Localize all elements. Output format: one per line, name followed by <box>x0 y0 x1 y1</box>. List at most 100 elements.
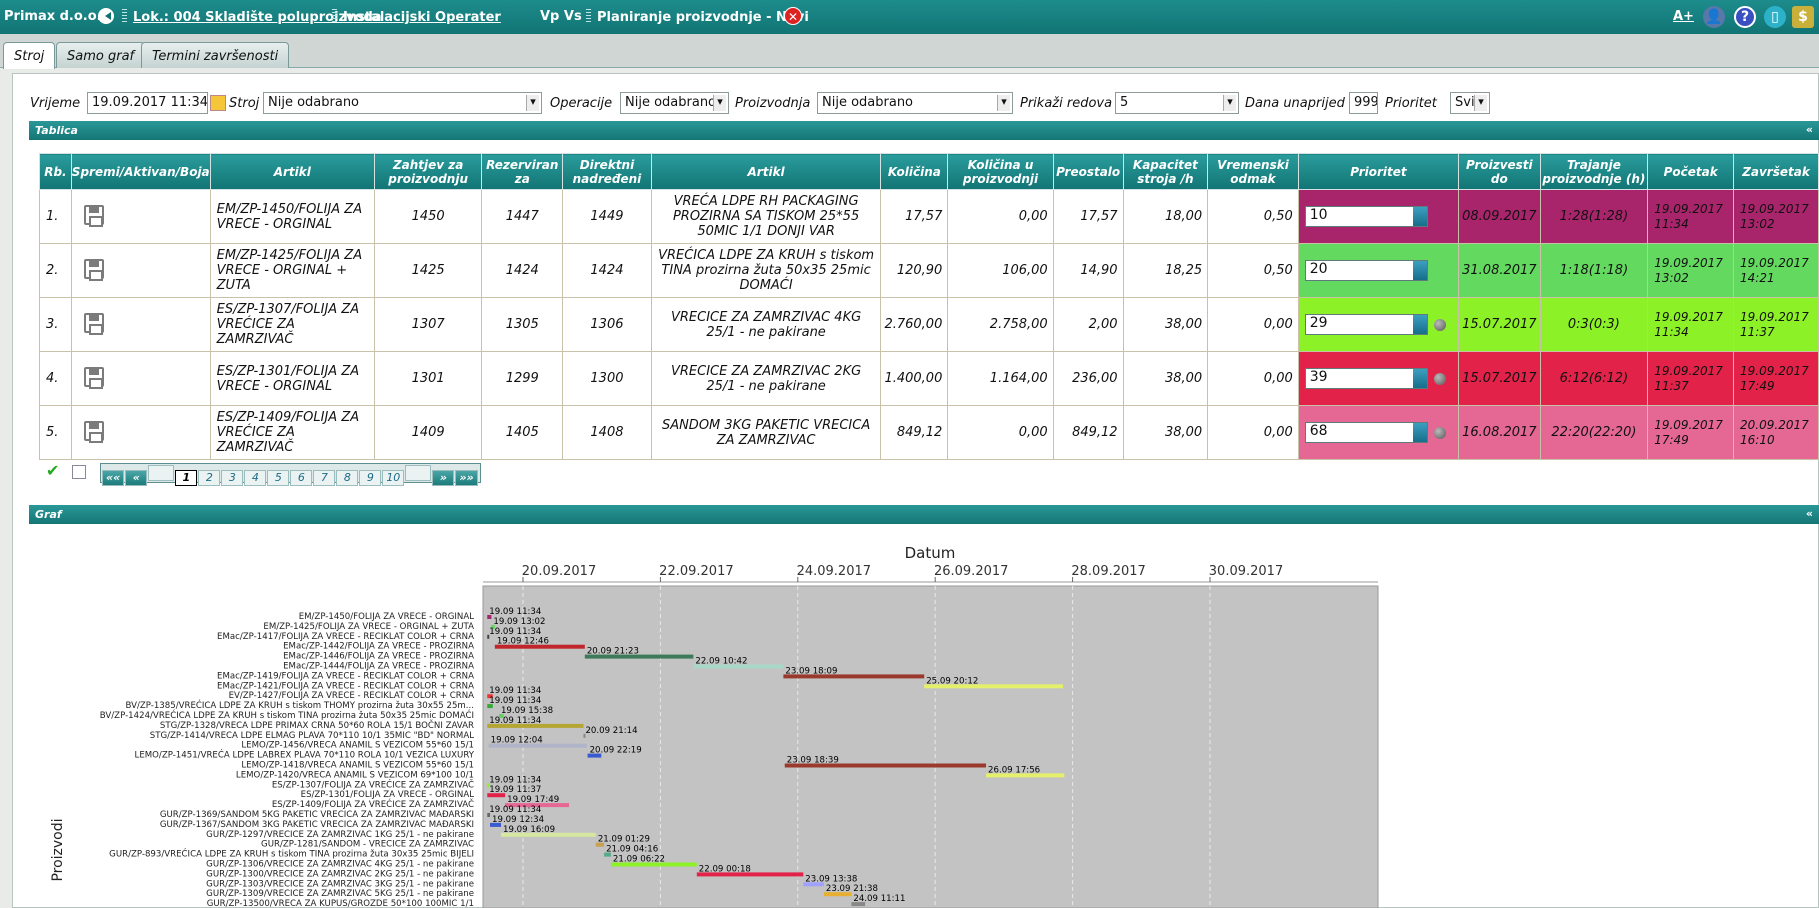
prioritet-label: Prioritet <box>1385 96 1437 111</box>
bar-label: 19.09 12:46 <box>497 637 549 647</box>
y-tick-label: STG/ZP-1414/VRECA LDPE ELMAG PLAVA 70*11… <box>150 731 474 741</box>
vrijeme-input[interactable]: 19.09.2017 11:34 <box>87 92 208 114</box>
operacije-select[interactable]: Nije odabrano <box>620 92 729 114</box>
last-page-button[interactable]: »» <box>455 470 478 486</box>
first-page-button[interactable]: «« <box>102 470 125 486</box>
bar-label: 22.09 00:18 <box>699 864 751 874</box>
page-spacer <box>148 465 175 481</box>
bar-label: 19.09 13:02 <box>493 617 545 627</box>
deselect-all-checkbox[interactable] <box>72 465 86 479</box>
kapacitet-cell: 38,00 <box>1122 351 1209 406</box>
bar-label: 23.09 21:38 <box>826 884 878 894</box>
y-tick-label: GUR/ZP-1367/SANDOM 3KG PAKETIC VRECICA Z… <box>160 820 474 830</box>
kolicina-cell: 120,90 <box>880 243 949 298</box>
page-button[interactable]: 6 <box>290 470 313 486</box>
status-ball-icon[interactable] <box>1433 372 1446 385</box>
mobile-icon[interactable]: ▯ <box>1764 6 1786 28</box>
zavrsetak-cell: 19.09.2017 14:21 <box>1733 243 1819 298</box>
save-disk-icon[interactable] <box>83 312 104 335</box>
prikazi-redova-input[interactable]: 5 <box>1115 92 1239 114</box>
page-button[interactable]: 2 <box>198 470 221 486</box>
status-ball-icon[interactable] <box>1433 318 1446 331</box>
page-button[interactable]: 5 <box>267 470 290 486</box>
pocetak-cell: 19.09.2017 11:37 <box>1647 351 1735 406</box>
company-name: Primax d.o.o. <box>4 9 102 24</box>
zavrsetak-cell: 19.09.2017 13:02 <box>1733 189 1819 244</box>
kapacitet-cell: 18,00 <box>1122 189 1209 244</box>
bar-label: 19.09 11:34 <box>489 696 541 706</box>
tab-stroj[interactable]: Stroj <box>3 42 56 69</box>
tab-termini-zavrsenosti[interactable]: Termini završenosti <box>141 42 290 68</box>
bar-label: 19.09 11:34 <box>489 607 541 617</box>
prioritet-cell: 68 <box>1297 405 1460 460</box>
y-tick-label: LEMO/ZP-1456/VRECA ANAMIL S VEZICOM 55*6… <box>241 741 474 751</box>
trajanje-cell: 6:12(6:12) <box>1539 351 1649 406</box>
prioritet-select[interactable]: Svi <box>1450 92 1490 114</box>
stroj-select[interactable]: Nije odabrano <box>263 92 542 114</box>
priority-input[interactable]: 10 <box>1304 206 1428 227</box>
close-page-icon[interactable]: ✕ <box>784 7 802 25</box>
user-profile-icon[interactable]: 👤 <box>1703 6 1725 28</box>
y-tick-label: EM/ZP-1425/FOLIJA ZA VRECE - ORGINAL + Z… <box>263 622 474 632</box>
trajanje-cell: 0:3(0:3) <box>1539 297 1649 352</box>
page-button[interactable]: 4 <box>244 470 267 486</box>
page-button[interactable]: 1 <box>175 470 198 486</box>
save-disk-icon[interactable] <box>83 258 104 281</box>
page-button[interactable]: 9 <box>359 470 382 486</box>
page-button[interactable]: 3 <box>221 470 244 486</box>
page-button[interactable]: 7 <box>313 470 336 486</box>
help-icon[interactable]: ? <box>1734 6 1756 28</box>
collapse-icon[interactable]: « <box>1806 507 1813 520</box>
priority-input[interactable]: 39 <box>1304 368 1428 389</box>
save-disk-icon[interactable] <box>83 366 104 389</box>
trajanje-cell: 1:18(1:18) <box>1539 243 1649 298</box>
calendar-icon[interactable] <box>210 95 226 111</box>
table-row: 1. EM/ZP-1450/FOLIJA ZA VRECE - ORGINAL 14… <box>39 189 1819 244</box>
save-disk-icon[interactable] <box>83 420 104 443</box>
proizvodnja-select[interactable]: Nije odabrano <box>817 92 1013 114</box>
next-page-button[interactable]: » <box>432 470 455 486</box>
back-arrow-icon[interactable] <box>98 8 114 24</box>
user-link[interactable]: Instalacijski Operater <box>332 9 501 25</box>
y-tick-label: GUR/ZP-893/VREĆICA LDPE ZA KRUH s tiskom… <box>109 848 474 860</box>
y-tick-label: GUR/ZP-1281/SANDOM - VRECICE ZA ZAMRZIVA… <box>261 840 474 850</box>
tab-samo-graf[interactable]: Samo graf <box>56 42 146 68</box>
preostalo-cell: 849,12 <box>1052 405 1124 460</box>
money-icon[interactable]: $ <box>1792 6 1814 28</box>
y-tick-label: LEMO/ZP-1420/VRECA ANAMIL S VEZICOM 69*1… <box>236 770 474 780</box>
y-tick-label: GUR/ZP-13500/VRECA ZA KUPUS/GROZDE 50*10… <box>207 899 474 908</box>
kapacitet-cell: 38,00 <box>1122 297 1209 352</box>
gantt-chart: Datum 20.09.2017 22.09.2017 24.09.2017 26.09… <box>50 544 1379 908</box>
priority-input[interactable]: 20 <box>1304 260 1428 281</box>
priority-input[interactable]: 68 <box>1304 422 1428 443</box>
tab-bar: Stroj Samo graf Termini završenosti <box>0 34 1819 69</box>
y-tick-label: EV/ZP-1427/FOLIJA ZA VRECE - RECIKLAT CO… <box>229 691 475 701</box>
row-number: 2. <box>39 243 72 298</box>
tablica-section-header[interactable]: Tablica « <box>29 121 1819 140</box>
priority-input[interactable]: 29 <box>1304 314 1428 335</box>
select-all-checkbox[interactable]: ✔ <box>46 463 60 479</box>
page-button[interactable]: 8 <box>336 470 359 486</box>
zavrsetak-cell: 19.09.2017 11:37 <box>1733 297 1819 352</box>
kolicina-cell: 849,12 <box>880 405 949 460</box>
status-ball-icon[interactable] <box>1433 426 1446 439</box>
x-tick-label: 20.09.2017 <box>522 564 596 579</box>
collapse-icon[interactable]: « <box>1806 123 1813 136</box>
vrijeme-label: Vrijeme <box>30 96 81 111</box>
stroj-label: Stroj <box>229 96 260 111</box>
save-cell <box>70 243 211 298</box>
font-size-button[interactable]: A+ <box>1673 9 1694 24</box>
table-row: 2. EM/ZP-1425/FOLIJA ZA VRECE - ORGINAL +… <box>39 243 1819 298</box>
zahtjev-cell: 1409 <box>373 405 483 460</box>
save-disk-icon[interactable] <box>83 204 104 227</box>
save-cell <box>70 189 211 244</box>
proizvesti-do-cell: 31.08.2017 <box>1458 243 1541 298</box>
vp-link[interactable]: Vp Vs <box>540 9 582 24</box>
row-number: 1. <box>39 189 72 244</box>
zahtjev-cell: 1307 <box>373 297 483 352</box>
x-tick-label: 28.09.2017 <box>1071 564 1145 579</box>
odmak-cell: 0,00 <box>1207 405 1299 460</box>
dana-unaprijed-input[interactable]: 999 <box>1349 92 1378 114</box>
prev-page-button[interactable]: « <box>125 470 148 486</box>
page-button[interactable]: 10 <box>382 470 405 486</box>
